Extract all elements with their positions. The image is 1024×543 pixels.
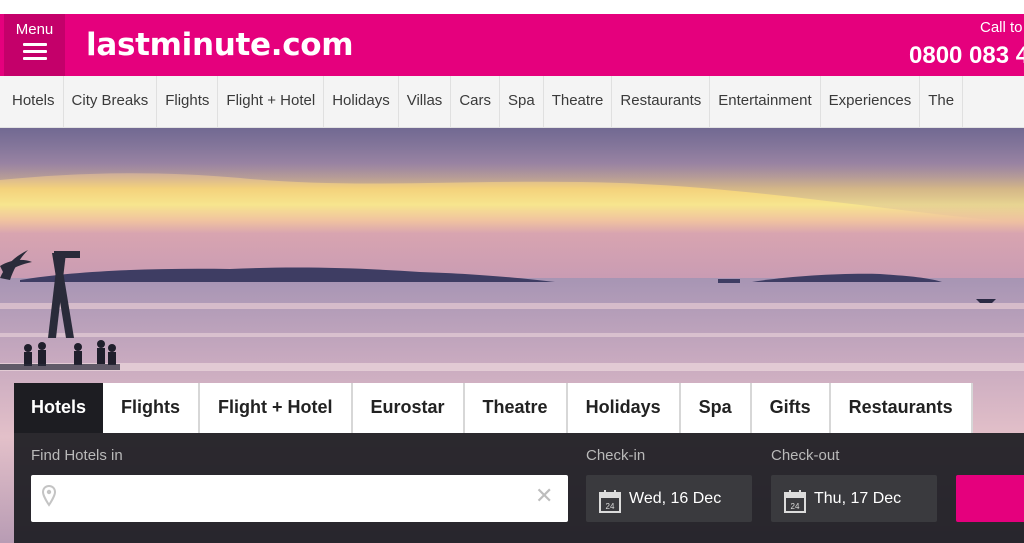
nav-item-theatre[interactable]: Theatre	[544, 76, 613, 127]
checkout-date: Thu, 17 Dec	[814, 490, 902, 507]
location-pin-icon	[41, 484, 57, 512]
nav-item-cars[interactable]: Cars	[451, 76, 500, 127]
category-nav: Hotels City Breaks Flights Flight + Hote…	[0, 76, 1024, 128]
page: Menu lastminute.com Call to 0800 083 4 H…	[0, 0, 1024, 543]
tab-restaurants[interactable]: Restaurants	[830, 383, 973, 433]
calendar-icon: 24	[599, 486, 621, 533]
svg-text:24: 24	[791, 502, 800, 511]
tab-holidays[interactable]: Holidays	[567, 383, 681, 433]
tab-theatre[interactable]: Theatre	[464, 383, 568, 433]
calendar-icon: 24	[784, 486, 806, 533]
menu-button[interactable]: Menu	[4, 14, 65, 76]
checkin-date: Wed, 16 Dec	[629, 490, 722, 507]
tab-gifts[interactable]: Gifts	[751, 383, 831, 433]
nav-item-flight-hotel[interactable]: Flight + Hotel	[218, 76, 325, 127]
search-button[interactable]	[956, 475, 1024, 522]
nav-item-hotels[interactable]: Hotels	[0, 76, 64, 127]
checkout-date-button[interactable]: 24 Thu, 17 Dec	[771, 475, 937, 522]
checkin-date-button[interactable]: 24 Wed, 16 Dec	[586, 475, 752, 522]
nav-item-entertainment[interactable]: Entertainment	[710, 76, 821, 127]
tab-flights[interactable]: Flights	[103, 383, 201, 433]
svg-text:24: 24	[606, 502, 615, 511]
clear-icon[interactable]: ✕	[535, 484, 553, 508]
destination-input[interactable]	[31, 475, 568, 522]
nav-item-city-breaks[interactable]: City Breaks	[64, 76, 158, 127]
checkin-label: Check-in	[586, 447, 646, 464]
hamburger-icon	[22, 43, 47, 60]
call-label: Call to	[980, 19, 1023, 36]
call-number[interactable]: 0800 083 4	[909, 42, 1024, 70]
site-header: Menu lastminute.com Call to 0800 083 4	[0, 14, 1024, 76]
nav-item-the[interactable]: The	[920, 76, 964, 127]
search-tabs: Hotels Flights Flight + Hotel Eurostar T…	[14, 383, 973, 433]
destination-label: Find Hotels in	[31, 447, 123, 464]
tab-hotels[interactable]: Hotels	[14, 383, 104, 433]
hotel-search-panel: Find Hotels in ✕ Check-in 24 Wed, 16 Dec…	[14, 433, 1024, 543]
menu-label: Menu	[15, 21, 54, 38]
nav-item-villas[interactable]: Villas	[399, 76, 452, 127]
tab-spa[interactable]: Spa	[680, 383, 752, 433]
tab-flight-hotel[interactable]: Flight + Hotel	[200, 383, 353, 433]
nav-item-restaurants[interactable]: Restaurants	[612, 76, 711, 127]
checkout-label: Check-out	[771, 447, 840, 464]
nav-item-flights[interactable]: Flights	[157, 76, 219, 127]
site-logo[interactable]: lastminute.com	[86, 27, 354, 63]
nav-item-holidays[interactable]: Holidays	[324, 76, 399, 127]
nav-item-spa[interactable]: Spa	[500, 76, 544, 127]
nav-item-experiences[interactable]: Experiences	[821, 76, 921, 127]
tab-eurostar[interactable]: Eurostar	[352, 383, 465, 433]
